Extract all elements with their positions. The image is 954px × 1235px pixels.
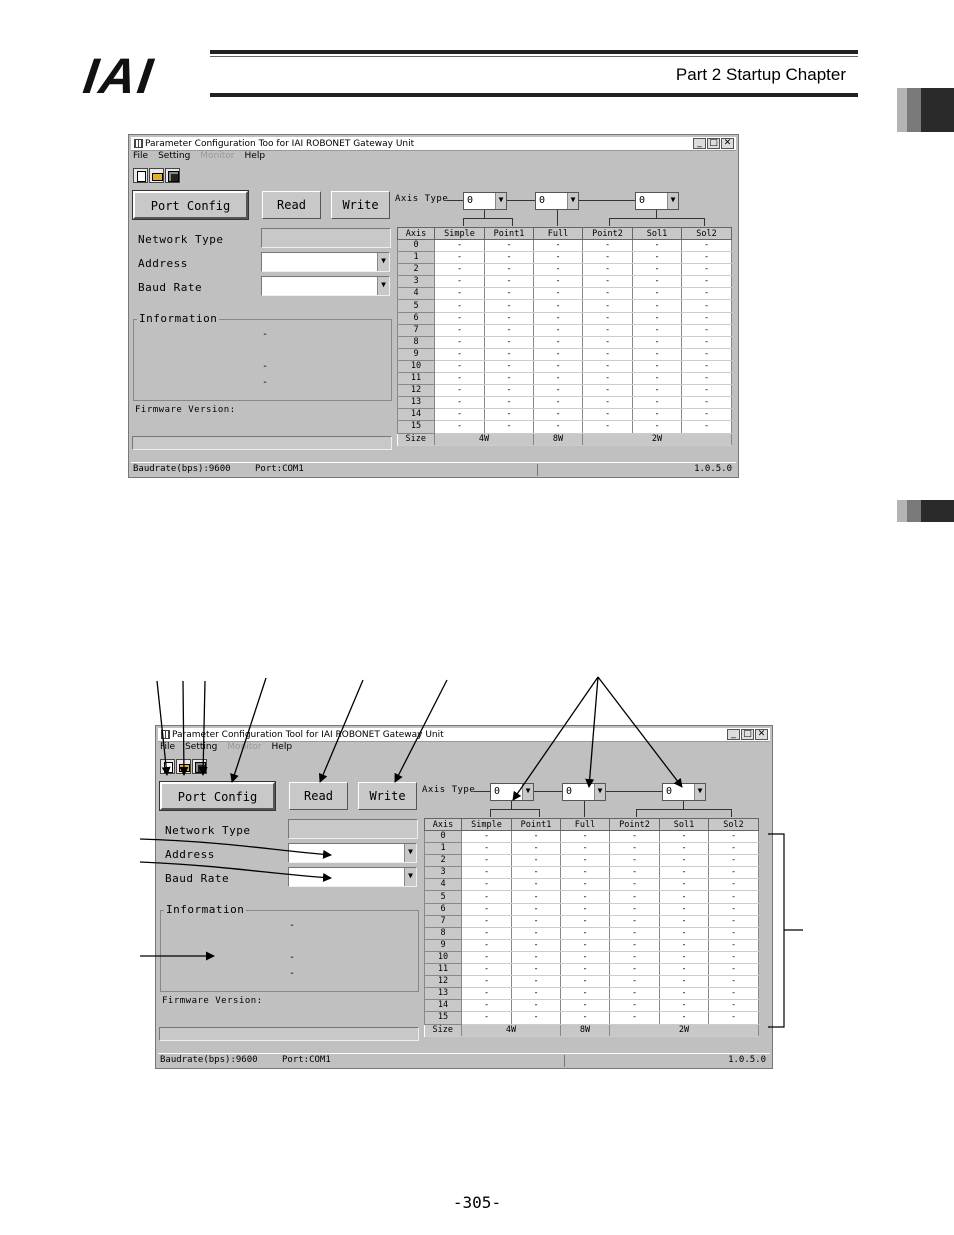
callout-arrow-save — [198, 680, 208, 776]
callout-arrow-baud — [139, 861, 332, 882]
callout-arrow-read — [318, 679, 364, 783]
callout-arrow-port-config — [230, 677, 267, 783]
callout-arrow-address — [139, 838, 332, 859]
callout-arrow-axis-1 — [512, 676, 599, 801]
callout-arrow-axis-3 — [597, 676, 683, 788]
callout-arrow-open — [179, 680, 189, 776]
page-number: -305- — [452, 1193, 502, 1212]
callout-arrow-new — [156, 680, 171, 776]
callout-arrow-write — [394, 679, 448, 783]
callout-arrow-axis-2 — [585, 676, 599, 788]
callout-arrows — [139, 676, 803, 1028]
table-bracket — [768, 833, 803, 1028]
